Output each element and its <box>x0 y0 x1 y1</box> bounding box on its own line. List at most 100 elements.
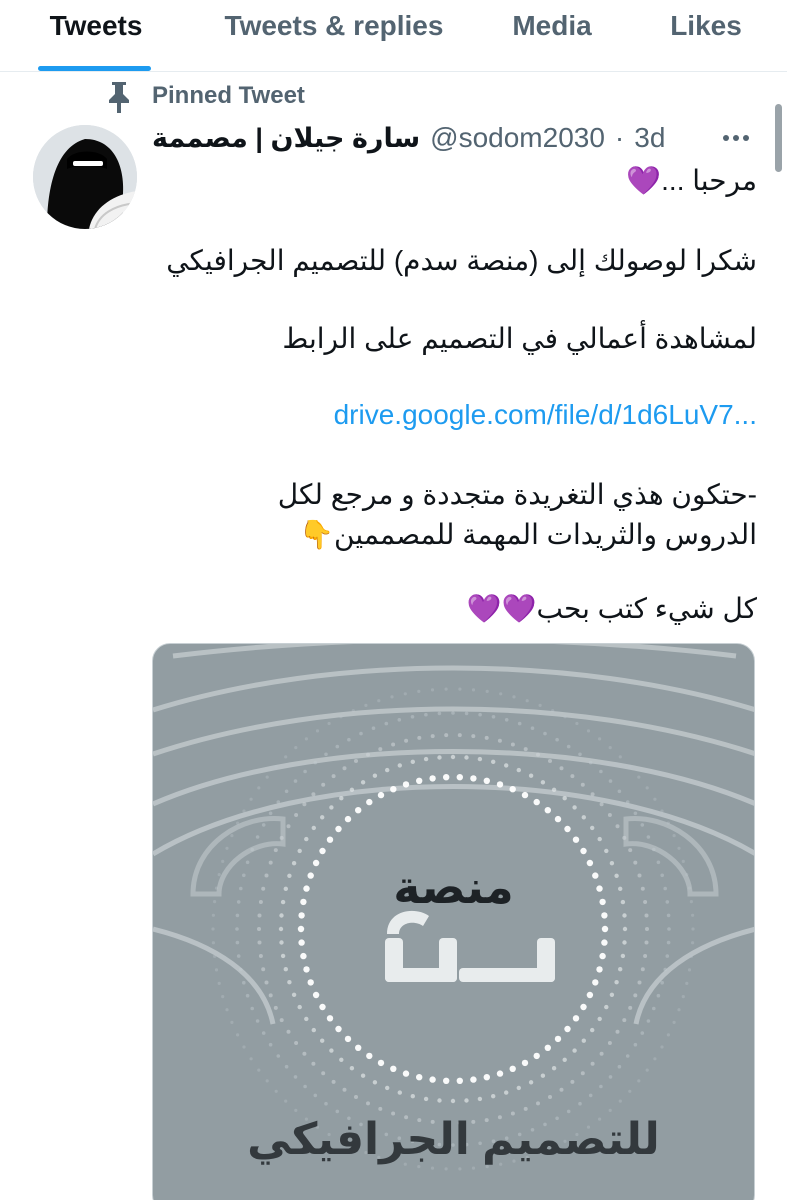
decorative-dot <box>321 782 326 787</box>
decorative-dot <box>284 1099 288 1103</box>
decorative-dot <box>625 800 630 804</box>
decorative-dot <box>687 968 692 972</box>
pin-icon <box>104 80 134 114</box>
decorative-dot <box>284 755 288 759</box>
decorative-dot <box>608 746 612 750</box>
decorative-dot <box>311 1027 316 1033</box>
decorative-dot <box>360 780 366 785</box>
decorative-dot <box>311 825 316 831</box>
decorative-dot <box>257 1068 261 1072</box>
decorative-dot <box>471 734 476 739</box>
user-handle[interactable]: @sodom2030 <box>430 122 605 154</box>
decorative-dot <box>390 786 397 793</box>
decorative-dot <box>249 797 253 801</box>
decorative-dot <box>597 836 602 842</box>
decorative-dot <box>615 1029 620 1034</box>
decorative-dot <box>653 1057 657 1061</box>
decorative-dot <box>510 742 515 747</box>
decorative-dot <box>458 1167 462 1171</box>
decorative-dot <box>622 926 628 932</box>
decorative-dot <box>637 775 641 779</box>
decorative-dot <box>496 1070 504 1077</box>
tab-likes[interactable]: Likes <box>660 0 752 72</box>
decorative-dot <box>689 954 694 958</box>
more-horizontal-icon[interactable] <box>718 124 754 152</box>
tweet-link[interactable]: drive.google.com/file/d/1d6LuV7... <box>334 396 757 434</box>
decorative-dot <box>444 1167 448 1171</box>
decorative-dot <box>313 760 318 765</box>
decorative-dot <box>570 774 575 779</box>
decorative-dot <box>666 940 671 945</box>
decorative-dot <box>319 847 326 855</box>
decorative-dot <box>261 967 266 972</box>
decorative-dot <box>430 1166 435 1170</box>
decorative-dot <box>313 1093 318 1098</box>
decorative-dot <box>672 834 676 838</box>
decorative-dot <box>548 1095 552 1099</box>
decorative-dot <box>416 1074 423 1081</box>
decorative-dot <box>564 1025 571 1033</box>
decorative-dot <box>320 1038 325 1043</box>
decorative-dot <box>344 815 352 823</box>
decorative-dot <box>544 1044 551 1051</box>
decorative-dot <box>614 980 619 985</box>
decorative-dot <box>491 1094 496 1099</box>
decorative-dot <box>258 954 263 958</box>
decorative-dot <box>268 993 273 998</box>
decorative-dot <box>485 1165 489 1169</box>
decorative-dot <box>640 1031 645 1035</box>
active-tab-indicator <box>38 66 151 71</box>
decorative-dot <box>672 1020 676 1024</box>
tab-media[interactable]: Media <box>500 0 604 72</box>
decorative-dot <box>578 1101 582 1106</box>
tweet-timestamp[interactable]: 3d <box>634 122 665 154</box>
decorative-dot <box>287 980 292 985</box>
tweet-media-image[interactable]: منصة للتصميم الجرافيكي <box>152 643 755 1200</box>
decorative-dot <box>424 712 428 717</box>
decorative-dot <box>663 967 667 972</box>
display-name[interactable]: سارة جيلان | مصممة <box>152 123 420 154</box>
decorative-dot <box>521 791 529 799</box>
decorative-dot <box>284 1064 289 1069</box>
decorative-dot <box>211 913 215 917</box>
decorative-dot <box>351 709 355 713</box>
tab-tweets[interactable]: Tweets <box>38 0 154 72</box>
decorative-dot <box>559 766 564 771</box>
decorative-dot <box>297 848 302 854</box>
decorative-dot <box>294 1108 298 1112</box>
decorative-dot <box>666 913 671 918</box>
decorative-dot <box>628 848 633 853</box>
decorative-dot <box>575 721 579 726</box>
decorative-dot <box>491 715 496 719</box>
decorative-dot <box>608 1075 613 1079</box>
decorative-dot <box>257 786 261 790</box>
decorative-dot <box>633 811 638 816</box>
decorative-dot <box>354 1095 358 1099</box>
decorative-dot <box>628 1005 633 1010</box>
decorative-dot <box>339 796 344 801</box>
decorative-dot <box>562 1057 567 1062</box>
decorative-dot <box>528 773 534 778</box>
decorative-dot <box>521 1059 529 1067</box>
decorative-dot <box>660 1045 664 1049</box>
media-caption: للتصميم الجرافيكي <box>247 1115 660 1164</box>
decorative-dot <box>214 968 219 972</box>
decorative-dot <box>628 765 632 769</box>
decorative-dot <box>286 824 291 829</box>
decorative-dot <box>397 718 402 722</box>
avatar[interactable] <box>33 125 137 229</box>
tab-tweets-and-replies[interactable]: Tweets & replies <box>212 0 456 72</box>
decorative-dot <box>652 1006 656 1011</box>
decorative-dot <box>608 1108 612 1112</box>
decorative-dot <box>596 966 603 973</box>
decorative-dot <box>417 735 422 740</box>
decorative-dot <box>540 780 546 785</box>
decorative-dot <box>225 846 229 850</box>
decorative-dot <box>590 825 595 831</box>
decorative-dot <box>417 689 421 693</box>
decorative-dot <box>544 807 551 814</box>
decorative-dot <box>410 1094 415 1099</box>
scrollbar[interactable] <box>775 104 782 172</box>
decorative-dot <box>366 798 373 806</box>
decorative-dot <box>265 1079 269 1083</box>
